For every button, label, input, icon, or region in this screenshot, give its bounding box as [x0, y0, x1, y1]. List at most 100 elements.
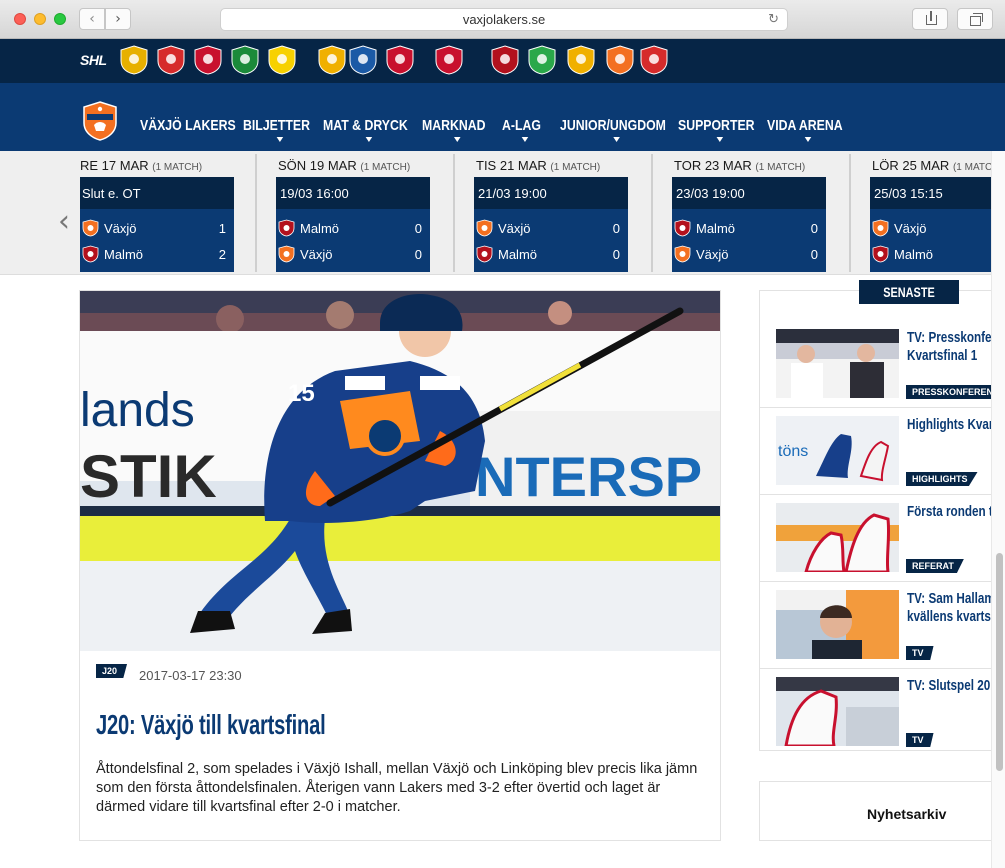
away-team-name: Växjö: [300, 247, 333, 262]
nav-item-biljetter[interactable]: BILJETTER: [243, 117, 310, 142]
away-team-score: 0: [612, 247, 620, 262]
nav-item-marknad[interactable]: MARKNAD: [422, 117, 486, 142]
vaxjo-lakers-logo[interactable]: [82, 101, 118, 141]
news-archive-link[interactable]: Nyhetsarkiv: [759, 781, 999, 841]
match-away-row: Växjö 0: [276, 244, 430, 264]
schedule-prev-arrow-icon[interactable]: ‹: [58, 207, 70, 237]
rogle-icon[interactable]: [528, 45, 556, 75]
match-status: 25/03 15:15: [874, 186, 943, 201]
address-bar[interactable]: vaxjolakers.se ↻: [220, 8, 788, 31]
schedule-date: RE 17 MAR: [80, 158, 149, 173]
frolunda-icon[interactable]: [194, 45, 222, 75]
news-category-tag[interactable]: HIGHLIGHTS: [906, 472, 978, 486]
minimize-window-button[interactable]: [34, 13, 46, 25]
vaxjo-icon[interactable]: [606, 45, 634, 75]
show-tabs-button[interactable]: [957, 8, 993, 30]
news-list-item[interactable]: töns Highlights Kvarts HIGHLIGHTS: [760, 408, 998, 495]
lulea-icon[interactable]: [435, 45, 463, 75]
match-home-row: Växjö: [870, 218, 991, 238]
match-card[interactable]: 23/03 19:00 Malmö 0 Växjö 0: [672, 177, 826, 272]
away-team-score: 2: [218, 247, 226, 262]
nav-item-a-lag[interactable]: A-LAG: [502, 117, 541, 142]
match-card[interactable]: Slut e. OT Växjö 1 Malmö 2: [80, 177, 234, 272]
schedule-match-count: (1 MATCH): [360, 162, 411, 173]
news-thumbnail[interactable]: [776, 677, 899, 746]
news-thumbnail[interactable]: [776, 329, 899, 398]
article-hero-image[interactable]: lands STIK NTERSP SPORT TO T 15: [80, 291, 720, 651]
caret-down-icon: [804, 137, 812, 142]
match-card[interactable]: 21/03 19:00 Växjö 0 Malmö 0: [474, 177, 628, 272]
match-home-row: Växjö 0: [474, 218, 628, 238]
shl-logo[interactable]: SHL: [80, 52, 107, 68]
match-home-row: Växjö 1: [80, 218, 234, 238]
news-title[interactable]: TV: Sam Hallam i kvällens kvartsfi: [907, 590, 998, 626]
schedule-match-count: (1 MATCH): [152, 162, 203, 173]
caret-down-icon: [612, 137, 620, 142]
nav-item-växjö-lakers[interactable]: VÄXJÖ LAKERS: [140, 117, 236, 134]
share-button[interactable]: [912, 8, 948, 30]
karlskrona-icon[interactable]: [318, 45, 346, 75]
news-category-tag[interactable]: TV: [906, 646, 934, 660]
away-team-name: Malmö: [498, 247, 538, 262]
brynas-icon[interactable]: [120, 45, 148, 75]
news-thumbnail[interactable]: [776, 590, 899, 659]
nav-item-mat-dryck[interactable]: MAT & DRYCK: [323, 117, 408, 142]
caret-down-icon: [276, 137, 284, 142]
home-team-name: Växjö: [894, 221, 927, 236]
reload-icon[interactable]: ↻: [768, 9, 779, 30]
news-list-item[interactable]: TV: Presskonfere Kvartsfinal 1 PRESSKONFE…: [760, 321, 998, 408]
schedule-day-header[interactable]: TIS 21 MAR (1 MATCH): [476, 158, 600, 173]
back-button[interactable]: ‹: [79, 8, 105, 30]
nav-item-vida-arena[interactable]: VIDA ARENA: [767, 117, 843, 142]
article-category-tag[interactable]: J20: [96, 664, 128, 678]
nav-item-label: JUNIOR/UNGDOM: [560, 117, 666, 134]
news-title[interactable]: Första ronden till: [907, 503, 998, 521]
news-list-item[interactable]: Första ronden till REFERAT: [760, 495, 998, 582]
article-card[interactable]: lands STIK NTERSP SPORT TO T 15 J20 2017…: [79, 290, 721, 841]
close-window-button[interactable]: [14, 13, 26, 25]
news-thumbnail[interactable]: töns: [776, 416, 899, 485]
leksand-icon[interactable]: [349, 45, 377, 75]
schedule-divider: [849, 154, 851, 272]
djurgarden-icon[interactable]: [157, 45, 185, 75]
news-category-tag[interactable]: PRESSKONFERENS: [906, 385, 998, 399]
nav-item-junior-ungdom[interactable]: JUNIOR/UNGDOM: [560, 117, 666, 142]
malmo-icon[interactable]: [491, 45, 519, 75]
match-card[interactable]: 19/03 16:00 Malmö 0 Växjö 0: [276, 177, 430, 272]
home-team-name: Växjö: [498, 221, 531, 236]
schedule-divider: [255, 154, 257, 272]
news-list-item[interactable]: TV: Sam Hallam i kvällens kvartsfi TV: [760, 582, 998, 669]
schedule-day-header[interactable]: TOR 23 MAR (1 MATCH): [674, 158, 805, 173]
news-title[interactable]: TV: Presskonfere Kvartsfinal 1: [907, 329, 998, 365]
schedule-match-count: (1 MATCH): [755, 162, 806, 173]
news-category-tag[interactable]: REFERAT: [906, 559, 964, 573]
nav-item-supporter[interactable]: SUPPORTER: [678, 117, 755, 142]
match-away-row: Växjö 0: [672, 244, 826, 264]
zoom-window-button[interactable]: [54, 13, 66, 25]
article-body: Åttondelsfinal 2, som spelades i Växjö I…: [96, 761, 698, 815]
news-title[interactable]: Highlights Kvarts: [907, 416, 998, 434]
schedule-day-header[interactable]: SÖN 19 MAR (1 MATCH): [278, 158, 410, 173]
hv71-icon[interactable]: [268, 45, 296, 75]
news-thumbnail[interactable]: [776, 503, 899, 572]
orebro-icon[interactable]: [640, 45, 668, 75]
away-team-name: Växjö: [696, 247, 729, 262]
linkoping-icon[interactable]: [386, 45, 414, 75]
skelleftea-icon[interactable]: [567, 45, 595, 75]
away-team-name: Malmö: [894, 247, 934, 262]
vaxjo-icon: [872, 219, 889, 237]
news-list-item[interactable]: TV: Slutspel 2017 TV: [760, 669, 998, 750]
scrollbar-thumb[interactable]: [996, 553, 1003, 771]
news-category-tag[interactable]: TV: [906, 733, 934, 747]
malmo-icon: [278, 219, 295, 237]
forward-button[interactable]: ›: [105, 8, 131, 30]
farjestad-icon[interactable]: [231, 45, 259, 75]
news-title[interactable]: TV: Slutspel 2017: [907, 677, 998, 695]
article-title[interactable]: J20: Växjö till kvartsfinal: [96, 709, 326, 741]
page-scrollbar[interactable]: [991, 151, 1005, 868]
malmo-icon: [674, 219, 691, 237]
match-card[interactable]: 25/03 15:15 Växjö Malmö: [870, 177, 991, 272]
nav-item-label: MAT & DRYCK: [323, 117, 408, 134]
schedule-day-header[interactable]: LÖR 25 MAR (1 MATCH): [872, 158, 991, 173]
schedule-day-header[interactable]: RE 17 MAR (1 MATCH): [80, 158, 202, 173]
